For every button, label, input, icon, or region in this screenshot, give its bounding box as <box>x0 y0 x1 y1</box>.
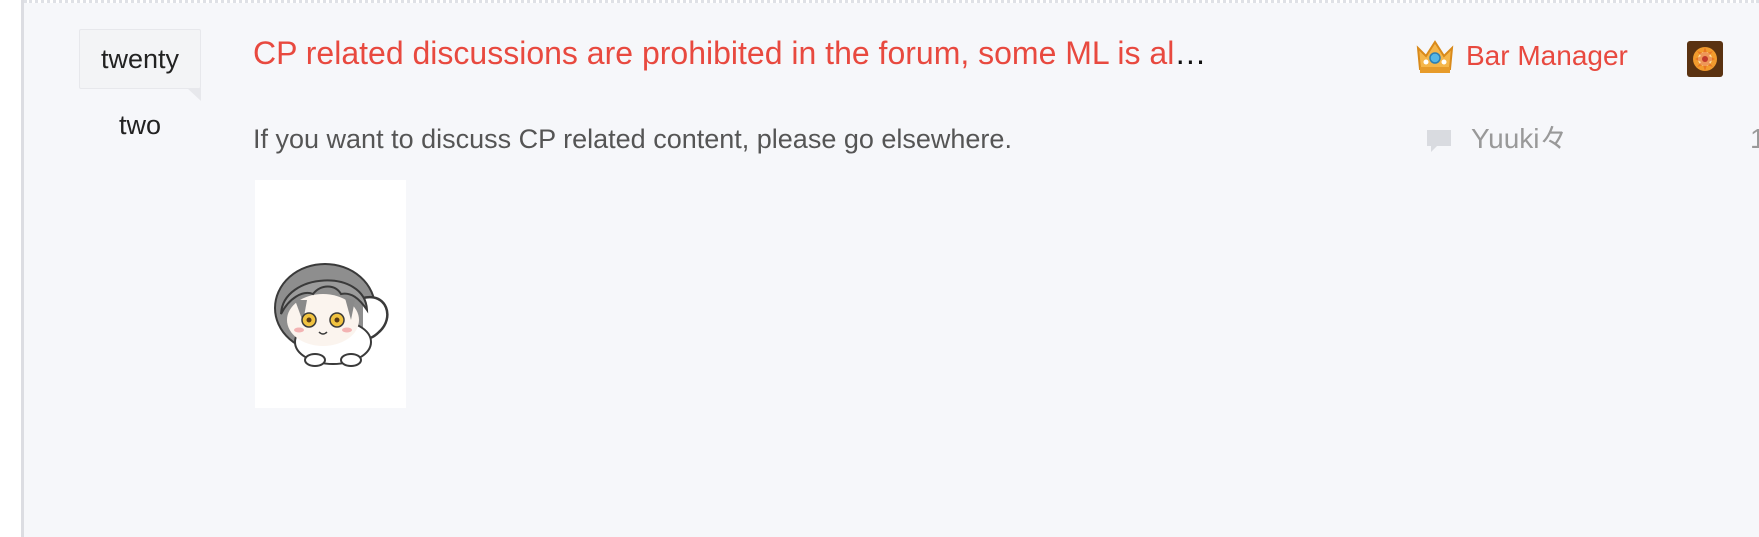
thread-list-view: twenty two CP related discussions are pr… <box>0 0 1759 537</box>
badge-tail <box>188 88 200 99</box>
chibi-character-sticker <box>274 263 389 367</box>
last-reply-time: 1 <box>1750 123 1759 154</box>
author-name[interactable]: Bar Manager <box>1466 40 1646 72</box>
comment-icon <box>1427 130 1451 152</box>
level-badge-icon <box>1687 41 1723 77</box>
reply-count-line-2: two <box>118 110 162 140</box>
thread-title-text: CP related discussions are prohibited in… <box>253 35 1175 71</box>
last-reply-user[interactable]: Yuuki々 <box>1471 122 1568 156</box>
thread-excerpt: If you want to discuss CP related conten… <box>253 124 1012 154</box>
reply-count-badge: twenty <box>79 29 201 101</box>
crown-icon <box>1416 40 1454 73</box>
thread-thumbnail[interactable] <box>255 180 406 408</box>
title-ellipsis: … <box>1174 35 1207 71</box>
thread-title-link[interactable]: CP related discussions are prohibited in… <box>253 33 1298 73</box>
reply-count-line-1: twenty <box>100 44 180 74</box>
